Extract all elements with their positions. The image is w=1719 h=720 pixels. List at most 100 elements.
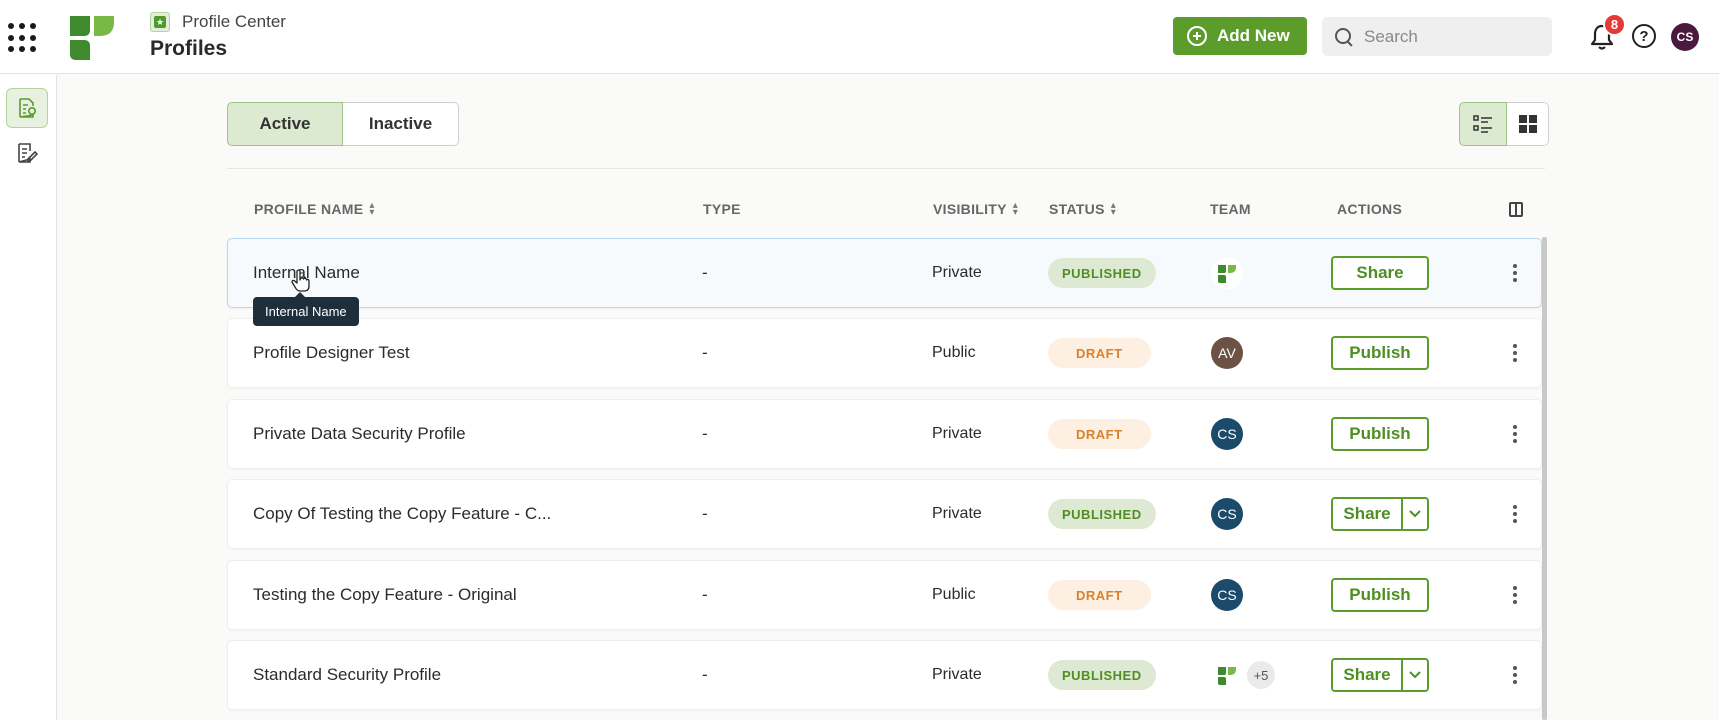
- user-avatar[interactable]: CS: [1671, 23, 1699, 51]
- profile-visibility: Public: [932, 344, 976, 361]
- col-header-visibility[interactable]: VISIBILITY ▴ ▾: [933, 200, 1019, 218]
- table-row[interactable]: Internal Name - Private PUBLISHED Share: [227, 238, 1542, 308]
- list-view-button[interactable]: [1459, 102, 1507, 146]
- divider: [227, 168, 1545, 169]
- profile-name[interactable]: Private Data Security Profile: [253, 400, 466, 468]
- app-launcher-icon[interactable]: [8, 23, 38, 53]
- sidebar-item-profiles[interactable]: [6, 88, 48, 128]
- top-bar: ★ Profile Center Profiles Add New 8 ? CS: [0, 0, 1719, 74]
- col-header-label: ACTIONS: [1337, 201, 1403, 217]
- profile-visibility: Private: [932, 666, 982, 683]
- col-header-label: TEAM: [1210, 201, 1251, 217]
- notification-badge: 8: [1603, 13, 1626, 36]
- col-header-profile-name[interactable]: PROFILE NAME ▴ ▾: [254, 200, 375, 218]
- search-input[interactable]: [1364, 26, 1544, 47]
- profile-type: -: [702, 343, 708, 362]
- profile-name[interactable]: Copy Of Testing the Copy Feature - C...: [253, 480, 551, 548]
- share-dropdown-button[interactable]: [1403, 499, 1427, 529]
- col-header-actions: ACTIONS: [1337, 201, 1402, 217]
- team-avatar: CS: [1211, 498, 1243, 530]
- status-badge: PUBLISHED: [1048, 660, 1156, 690]
- help-icon[interactable]: ?: [1632, 24, 1656, 48]
- team-avatar: CS: [1211, 579, 1243, 611]
- publish-button[interactable]: Publish: [1331, 578, 1429, 612]
- status-badge: PUBLISHED: [1048, 499, 1156, 529]
- name-tooltip: Internal Name: [253, 292, 359, 326]
- document-edit-icon: [18, 143, 38, 163]
- sidebar-item-edit[interactable]: [6, 133, 48, 173]
- col-header-type: TYPE: [703, 201, 741, 217]
- grid-view-button[interactable]: [1507, 102, 1549, 146]
- share-split-button: Share: [1331, 658, 1429, 692]
- breadcrumb[interactable]: Profile Center: [182, 12, 286, 32]
- document-search-icon: [19, 98, 37, 118]
- tab-inactive[interactable]: Inactive: [343, 102, 459, 146]
- status-badge: PUBLISHED: [1048, 258, 1156, 288]
- status-badge: DRAFT: [1048, 338, 1151, 368]
- page-title: Profiles: [150, 37, 228, 60]
- add-new-button[interactable]: Add New: [1173, 17, 1307, 55]
- plus-circle-icon: [1187, 26, 1207, 46]
- status-badge: DRAFT: [1048, 419, 1151, 449]
- profile-name[interactable]: Standard Security Profile: [253, 641, 441, 709]
- profile-visibility: Public: [932, 586, 976, 603]
- more-options-icon[interactable]: [1512, 505, 1518, 523]
- profile-visibility: Private: [932, 425, 982, 442]
- col-header-team: TEAM: [1210, 201, 1251, 217]
- table-row[interactable]: Testing the Copy Feature - Original - Pu…: [227, 560, 1542, 630]
- status-badge: DRAFT: [1048, 580, 1151, 610]
- hand-cursor-icon: [291, 269, 310, 292]
- team-logo-avatar: [1211, 257, 1243, 289]
- share-button[interactable]: Share: [1333, 499, 1403, 529]
- chevron-down-icon: [1409, 510, 1421, 518]
- col-header-label: TYPE: [703, 201, 741, 217]
- profile-type: -: [702, 424, 708, 443]
- table-row[interactable]: Standard Security Profile - Private PUBL…: [227, 640, 1542, 710]
- list-view-icon: [1473, 115, 1492, 133]
- tab-active[interactable]: Active: [227, 102, 343, 146]
- more-options-icon[interactable]: [1512, 344, 1518, 362]
- profile-name[interactable]: Testing the Copy Feature - Original: [253, 561, 517, 629]
- search-box[interactable]: [1322, 17, 1552, 56]
- profile-type: -: [702, 504, 708, 523]
- profile-type: -: [702, 263, 708, 282]
- sort-icon: ▴ ▾: [369, 200, 375, 218]
- col-header-label: PROFILE NAME: [254, 201, 364, 217]
- brand-logo[interactable]: [70, 16, 114, 60]
- sort-icon: ▴ ▾: [1012, 200, 1019, 218]
- publish-button[interactable]: Publish: [1331, 336, 1429, 370]
- table-row[interactable]: Private Data Security Profile - Private …: [227, 399, 1542, 469]
- table-row[interactable]: Copy Of Testing the Copy Feature - C... …: [227, 479, 1542, 549]
- col-header-label: STATUS: [1049, 201, 1105, 217]
- share-button[interactable]: Share: [1331, 256, 1429, 290]
- team-avatar: CS: [1211, 418, 1243, 450]
- profile-type: -: [702, 585, 708, 604]
- profile-visibility: Private: [932, 505, 982, 522]
- chevron-down-icon: [1409, 671, 1421, 679]
- team-avatar: AV: [1211, 337, 1243, 369]
- grid-view-icon: [1518, 115, 1537, 133]
- team-logo-avatar: [1211, 659, 1243, 691]
- scrollbar[interactable]: [1542, 237, 1547, 720]
- profile-center-icon: ★: [150, 12, 170, 32]
- search-icon: [1334, 27, 1354, 47]
- profile-visibility: Private: [932, 264, 982, 281]
- table-row[interactable]: Profile Designer Test - Public DRAFT AV …: [227, 318, 1542, 388]
- share-dropdown-button[interactable]: [1403, 660, 1427, 690]
- team-more-count[interactable]: +5: [1247, 661, 1275, 689]
- column-settings-icon[interactable]: [1509, 202, 1523, 217]
- col-header-label: VISIBILITY: [933, 201, 1007, 217]
- more-options-icon[interactable]: [1512, 425, 1518, 443]
- sidebar: [0, 75, 57, 720]
- col-header-status[interactable]: STATUS ▴ ▾: [1049, 200, 1117, 218]
- add-new-label: Add New: [1217, 26, 1290, 45]
- sort-icon: ▴ ▾: [1110, 200, 1117, 218]
- more-options-icon[interactable]: [1512, 586, 1518, 604]
- publish-button[interactable]: Publish: [1331, 417, 1429, 451]
- share-split-button: Share: [1331, 497, 1429, 531]
- share-button[interactable]: Share: [1333, 660, 1403, 690]
- status-tabs: Active Inactive: [227, 102, 459, 146]
- more-options-icon[interactable]: [1512, 666, 1518, 684]
- profile-name[interactable]: Profile Designer Test: [253, 319, 410, 387]
- more-options-icon[interactable]: [1512, 264, 1518, 282]
